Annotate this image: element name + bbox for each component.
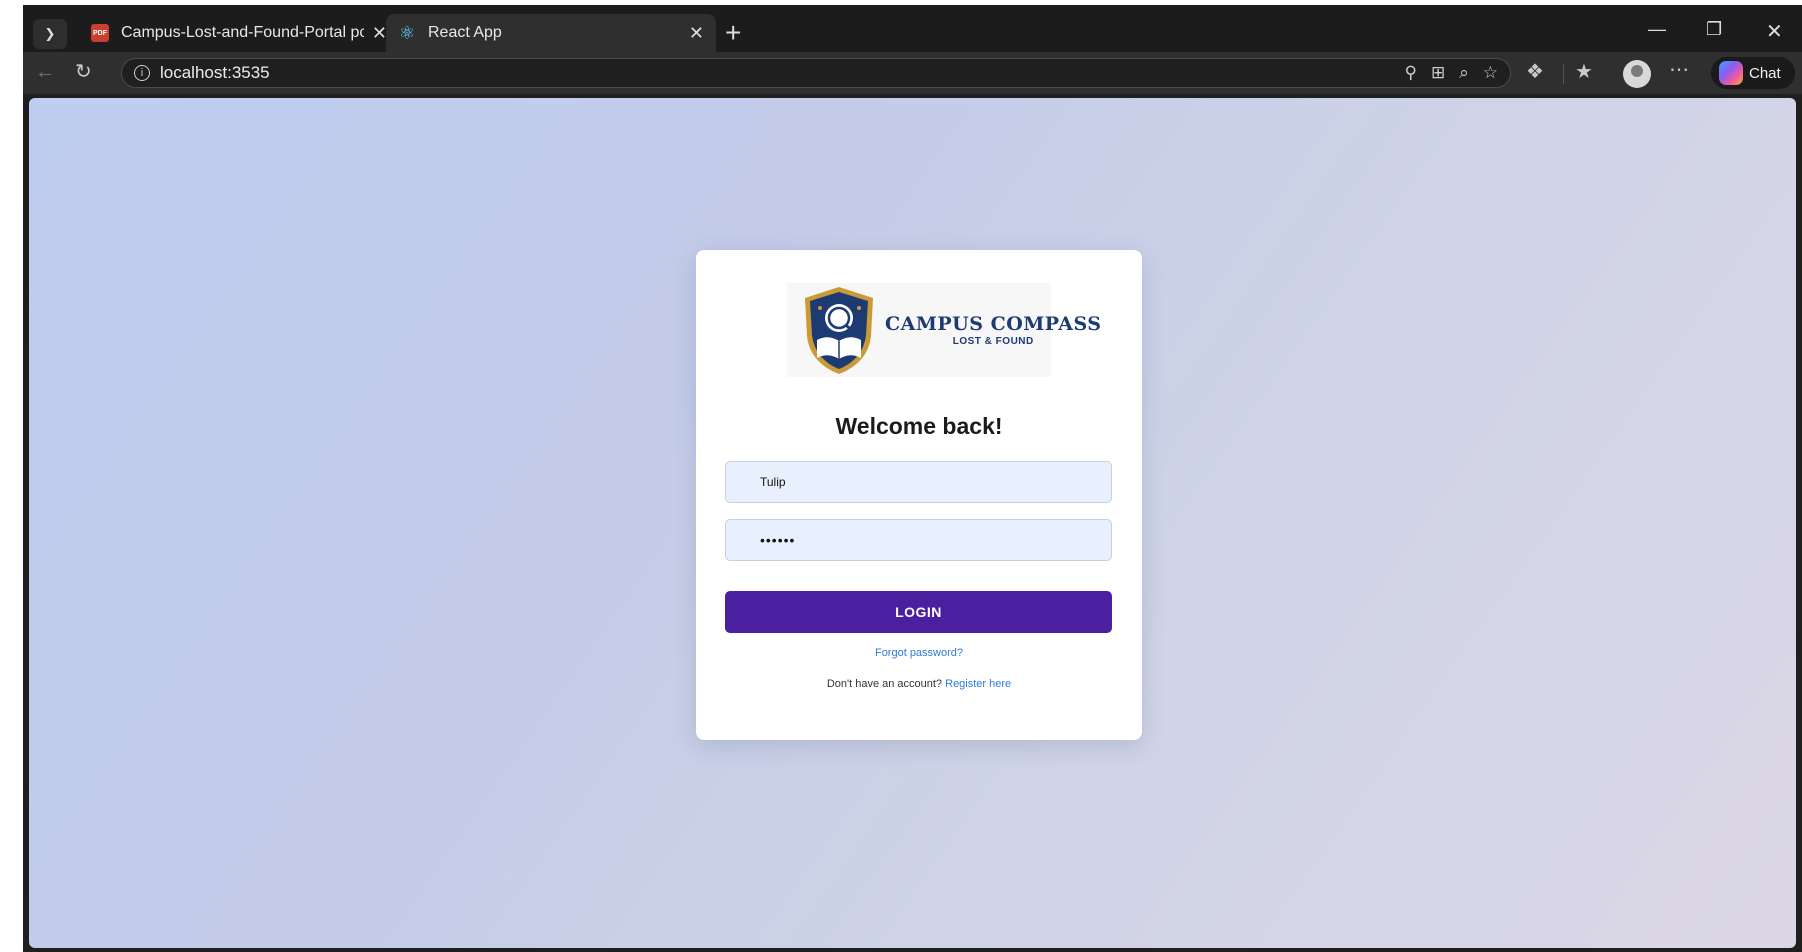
back-arrow-icon[interactable]: ← [35, 62, 55, 82]
register-link[interactable]: Register here [945, 678, 1011, 690]
register-prompt: Don't have an account? Register here [696, 678, 1142, 690]
chat-label: Chat [1749, 64, 1781, 82]
address-bar[interactable]: i localhost:3535 ⚲ ⊞ ⌕ ☆ [121, 58, 1511, 88]
tab-pdf[interactable]: PDF Campus-Lost-and-Found-Portal pс ✕ [79, 14, 399, 52]
brand-name: CAMPUS COMPASS [885, 313, 1102, 335]
chat-button[interactable]: Chat [1711, 57, 1795, 89]
campus-compass-logo: CAMPUS COMPASS LOST & FOUND [787, 283, 1101, 377]
apps-icon[interactable]: ⊞ [1431, 63, 1445, 83]
close-icon[interactable]: ✕ [689, 23, 704, 44]
favorites-icon[interactable]: ★ [1575, 62, 1593, 82]
minimize-button[interactable]: — [1648, 19, 1666, 40]
copilot-icon [1719, 61, 1743, 85]
page-viewport: CAMPUS COMPASS LOST & FOUND Welcome back… [29, 98, 1796, 948]
key-icon[interactable]: ⚲ [1405, 63, 1417, 83]
tab-title: React App [428, 24, 502, 41]
browser-toolbar: ← ↻ i localhost:3535 ⚲ ⊞ ⌕ ☆ ❖ ★ ⋯ Chat [23, 52, 1802, 94]
brand-subtitle: LOST & FOUND [952, 336, 1034, 347]
login-card: CAMPUS COMPASS LOST & FOUND Welcome back… [696, 250, 1142, 740]
url-text[interactable]: localhost:3535 [160, 63, 270, 83]
page-title: Welcome back! [835, 413, 1003, 439]
register-prompt-text: Don't have an account? [826, 678, 943, 690]
zoom-icon[interactable]: ⌕ [1459, 63, 1469, 83]
shield-logo-icon [805, 287, 873, 374]
password-input[interactable] [725, 519, 1112, 561]
tab-strip: ❯ PDF Campus-Lost-and-Found-Portal pс ✕ … [23, 5, 1802, 59]
toolbar-divider [1563, 64, 1564, 84]
reload-icon[interactable]: ↻ [75, 62, 92, 82]
react-icon: ⚛ [398, 22, 416, 43]
close-window-button[interactable]: ✕ [1766, 19, 1783, 44]
restore-icon: ❐ [1706, 19, 1723, 39]
tab-list-button[interactable]: ❯ [33, 19, 67, 49]
minimize-icon: — [1648, 19, 1666, 39]
new-tab-button[interactable]: + [725, 19, 741, 47]
chevron-down-icon: ❯ [44, 26, 56, 41]
logo-text: CAMPUS COMPASS LOST & FOUND [885, 313, 1101, 347]
close-icon[interactable]: ✕ [372, 23, 387, 44]
address-bar-actions: ⚲ ⊞ ⌕ ☆ [1405, 63, 1498, 83]
profile-avatar[interactable] [1623, 60, 1651, 88]
extensions-icon[interactable]: ❖ [1526, 62, 1544, 82]
star-icon[interactable]: ☆ [1483, 63, 1498, 83]
plus-icon: + [725, 17, 742, 48]
pdf-icon: PDF [91, 24, 109, 42]
more-icon[interactable]: ⋯ [1669, 60, 1689, 80]
tab-title: Campus-Lost-and-Found-Portal pс [121, 24, 364, 41]
maximize-button[interactable]: ❐ [1706, 19, 1722, 40]
close-icon: ✕ [1766, 21, 1783, 43]
forgot-password-link[interactable]: Forgot password? [696, 647, 1142, 659]
info-icon[interactable]: i [134, 65, 150, 81]
browser-window: ❯ PDF Campus-Lost-and-Found-Portal pс ✕ … [23, 5, 1802, 952]
username-input[interactable] [725, 461, 1112, 503]
tab-react-app[interactable]: ⚛ React App ✕ [386, 14, 716, 52]
login-button[interactable]: LOGIN [725, 591, 1112, 633]
